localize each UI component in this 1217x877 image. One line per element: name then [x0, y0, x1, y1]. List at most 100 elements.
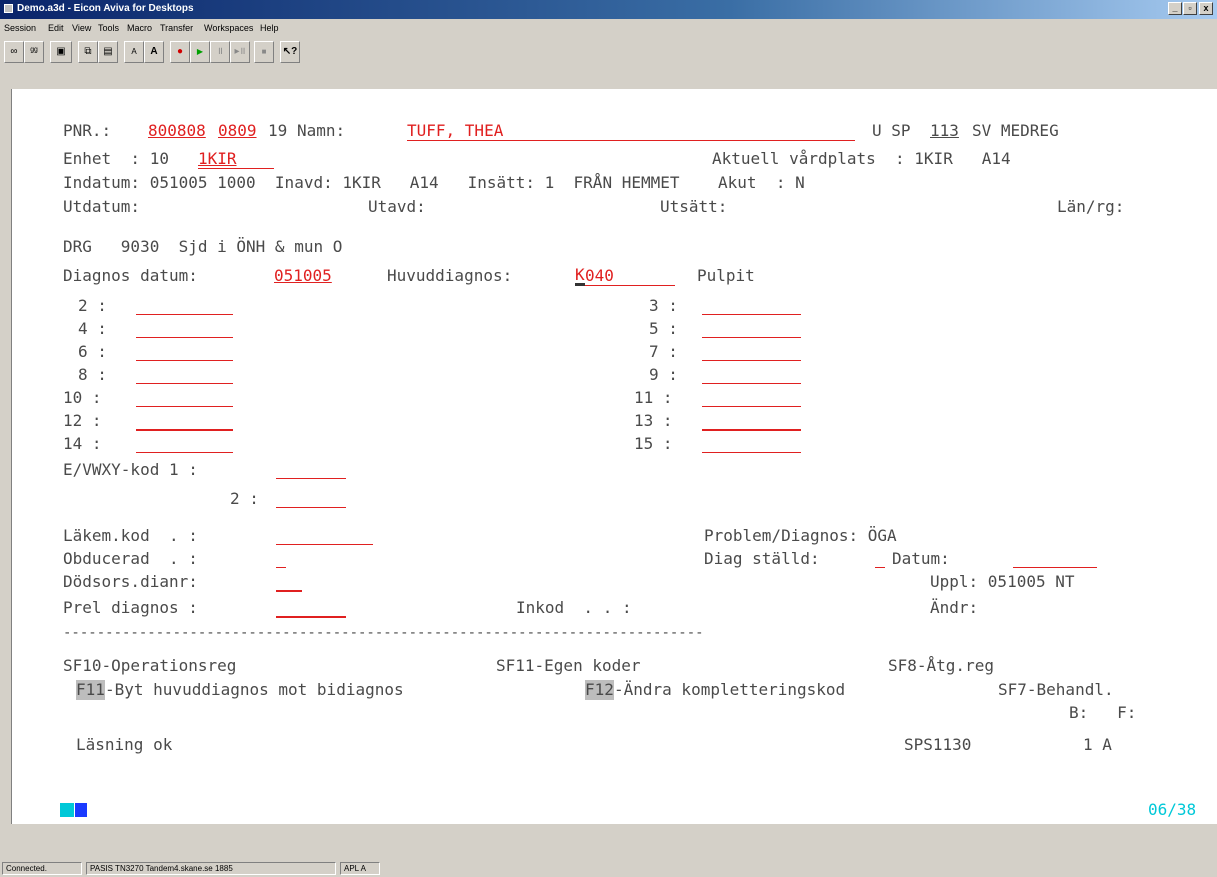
evwxy-field-2[interactable]: [276, 507, 346, 508]
disconnect-icon[interactable]: ∞: [4, 41, 24, 63]
cursor-position: 06/38: [1148, 800, 1197, 819]
oia-session-icon: [60, 803, 74, 817]
pnr-date-field[interactable]: 800808: [148, 121, 206, 141]
enhet-field[interactable]: 1KIR: [198, 149, 237, 169]
title-bar[interactable]: Demo.a3d - Eicon Aviva for Desktops _ ▫ …: [0, 0, 1217, 19]
diag-label-13: 13 :: [634, 411, 673, 430]
menu-edit[interactable]: Edit: [48, 23, 64, 33]
diag-label-7: 7 :: [649, 342, 678, 361]
menu-bar: Session Edit View Tools Macro Transfer W…: [0, 19, 1217, 37]
code-suffix: SV MEDREG: [972, 121, 1059, 140]
program-id: SPS1130: [904, 735, 972, 754]
andr-label: Ändr:: [930, 598, 979, 617]
name-field[interactable]: TUFF, THEA: [407, 121, 503, 141]
save-session-icon[interactable]: ▣: [50, 41, 72, 63]
step-macro-icon[interactable]: ▸॥: [230, 41, 250, 63]
f12-key[interactable]: F12: [585, 680, 614, 700]
evwxy-label-2: 2 :: [230, 489, 259, 508]
menu-help[interactable]: Help: [260, 23, 279, 33]
oia-lock-icon: [75, 803, 87, 817]
diag-field-3[interactable]: [702, 314, 801, 315]
diag-field-6[interactable]: [136, 360, 233, 361]
diag-field-2[interactable]: [136, 314, 233, 315]
diag-label-4: 4 :: [78, 319, 107, 338]
terminal-screen[interactable]: PNR.: 800808 0809 19 Namn: TUFF, THEA U …: [11, 89, 1217, 824]
menu-transfer[interactable]: Transfer: [160, 23, 193, 33]
uppl-info: Uppl: 051005 NT: [930, 572, 1075, 591]
diag-field-10[interactable]: [136, 406, 233, 407]
huvuddiagnos-field[interactable]: 040: [585, 266, 614, 286]
font-larger-icon[interactable]: A: [144, 41, 164, 63]
diag-field-13[interactable]: [702, 429, 801, 431]
huvuddiagnos-underline: [585, 285, 675, 286]
menu-view[interactable]: View: [72, 23, 91, 33]
utdatum-label: Utdatum:: [63, 197, 141, 216]
menu-macro[interactable]: Macro: [127, 23, 152, 33]
diag-label-15: 15 :: [634, 434, 673, 453]
huvuddiagnos-cursor[interactable]: K: [575, 266, 585, 286]
lakemkod-field[interactable]: [276, 544, 373, 545]
diag-field-8[interactable]: [136, 383, 233, 384]
name-label: Namn:: [297, 121, 346, 140]
enhet-label: Enhet : 10: [63, 149, 169, 168]
indatum-row: Indatum: 051005 1000 Inavd: 1KIR A14 Ins…: [63, 173, 805, 192]
pnr-label: PNR.:: [63, 121, 112, 140]
evwxy-field-1[interactable]: [276, 478, 346, 479]
diag-field-12[interactable]: [136, 429, 233, 431]
help-pointer-icon[interactable]: ↖?: [280, 41, 300, 63]
copy-icon[interactable]: ⧉: [78, 41, 98, 63]
menu-tools[interactable]: Tools: [98, 23, 119, 33]
dodsors-field[interactable]: [276, 590, 302, 592]
diag-label-6: 6 :: [78, 342, 107, 361]
diag-label-2: 2 :: [78, 296, 107, 315]
huvuddiagnos-description: Pulpit: [697, 266, 755, 285]
enhet-field-underline: [198, 168, 274, 169]
window-title: Demo.a3d - Eicon Aviva for Desktops: [17, 3, 194, 14]
huvuddiagnos-label: Huvuddiagnos:: [387, 266, 513, 285]
diag-field-9[interactable]: [702, 383, 801, 384]
diag-field-7[interactable]: [702, 360, 801, 361]
pause-macro-icon[interactable]: ॥: [210, 41, 230, 63]
sf11-egen-koder[interactable]: SF11-Egen koder: [496, 656, 641, 676]
record-macro-icon[interactable]: ●: [170, 41, 190, 63]
diag-field-15[interactable]: [702, 452, 801, 453]
app-icon[interactable]: [4, 4, 13, 13]
diag-stalld-field[interactable]: [875, 567, 885, 568]
sf10-operationsreg[interactable]: SF10-Operationsreg: [63, 656, 236, 676]
f11-key[interactable]: F11: [76, 680, 105, 700]
pnr-number-field[interactable]: 0809: [218, 121, 257, 141]
diag-label-11: 11 :: [634, 388, 673, 407]
diag-field-14[interactable]: [136, 452, 233, 453]
diag-field-11[interactable]: [702, 406, 801, 407]
f11-description: -Byt huvuddiagnos mot bidiagnos: [105, 680, 414, 699]
aktuell-vardplats: Aktuell vårdplats : 1KIR A14: [712, 149, 1011, 168]
lakemkod-label: Läkem.kod . :: [63, 526, 198, 545]
diagnos-datum-field[interactable]: 051005: [274, 266, 332, 286]
diag-label-3: 3 :: [649, 296, 678, 315]
stop-macro-icon[interactable]: ■: [254, 41, 274, 63]
menu-workspaces[interactable]: Workspaces: [204, 23, 253, 33]
drg-row: DRG 9030 Sjd i ÖNH & mun O: [63, 237, 343, 256]
connect-icon[interactable]: ᵍᵍ: [24, 41, 44, 63]
diag-field-4[interactable]: [136, 337, 233, 338]
obducerad-field[interactable]: [276, 567, 286, 568]
close-button[interactable]: x: [1199, 2, 1213, 15]
paste-icon[interactable]: ▤: [98, 41, 118, 63]
diag-stalld-label: Diag ställd:: [704, 549, 820, 568]
minimize-button[interactable]: _: [1168, 2, 1182, 15]
sf7-behandl[interactable]: SF7-Behandl.: [998, 680, 1114, 700]
menu-session[interactable]: Session: [4, 23, 36, 33]
evwxy-label-1: E/VWXY-kod 1 :: [63, 460, 198, 479]
play-macro-icon[interactable]: ▶: [190, 41, 210, 63]
status-bar: Connected. PASIS TN3270 Tandem4.skane.se…: [0, 860, 1217, 877]
diag-field-5[interactable]: [702, 337, 801, 338]
sf8-atgreg[interactable]: SF8-Åtg.reg: [888, 656, 994, 676]
prel-diagnos-field[interactable]: [276, 616, 346, 618]
font-smaller-icon[interactable]: A: [124, 41, 144, 63]
maximize-button[interactable]: ▫: [1183, 2, 1197, 15]
inkod-label: Inkod . . :: [516, 598, 632, 617]
diag-label-10: 10 :: [63, 388, 102, 407]
datum-field[interactable]: [1013, 567, 1097, 568]
toolbar: ∞ ᵍᵍ ▣ ⧉ ▤ A A ● ▶ ॥ ▸॥ ■ ↖?: [0, 37, 1217, 89]
page-indicator: 1 A: [1083, 735, 1112, 754]
